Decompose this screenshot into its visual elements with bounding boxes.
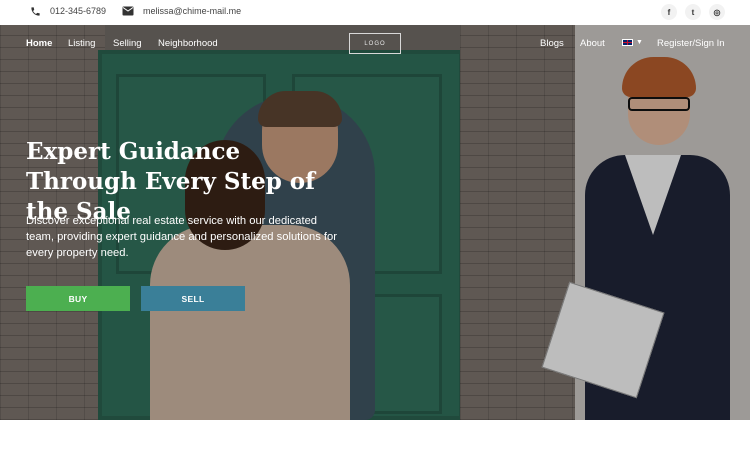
twitter-icon[interactable]: t: [685, 4, 701, 20]
nav-selling[interactable]: Selling: [113, 38, 142, 49]
nav-home[interactable]: Home: [26, 38, 52, 49]
email-address: melissa@chime-mail.me: [143, 6, 242, 16]
phone-icon: [28, 4, 42, 18]
sell-button[interactable]: SELL: [141, 286, 245, 311]
email-contact[interactable]: melissa@chime-mail.me: [121, 4, 241, 18]
phone-contact[interactable]: 012-345-6789: [28, 4, 106, 18]
instagram-icon[interactable]: ◎: [709, 4, 725, 20]
uk-flag-icon: [622, 39, 633, 46]
envelope-icon: [121, 4, 135, 18]
buy-button[interactable]: BUY: [26, 286, 130, 311]
nav-register-signin[interactable]: Register/Sign In: [657, 38, 725, 49]
contact-bar: 012-345-6789 melissa@chime-mail.me f t ◎: [0, 0, 750, 25]
nav-blogs[interactable]: Blogs: [540, 38, 564, 49]
nav-listing[interactable]: Listing: [68, 38, 95, 49]
phone-number: 012-345-6789: [50, 6, 107, 16]
site-logo[interactable]: LOGO: [349, 33, 401, 54]
nav-neighborhood[interactable]: Neighborhood: [158, 38, 218, 49]
hero-description: Discover exceptional real estate service…: [26, 215, 337, 259]
nav-about[interactable]: About: [580, 38, 605, 49]
language-selector[interactable]: ▼: [622, 39, 643, 46]
chevron-down-icon: ▼: [636, 39, 643, 46]
facebook-icon[interactable]: f: [661, 4, 677, 20]
hero-section: Home Listing Selling Neighborhood LOGO B…: [0, 25, 750, 420]
